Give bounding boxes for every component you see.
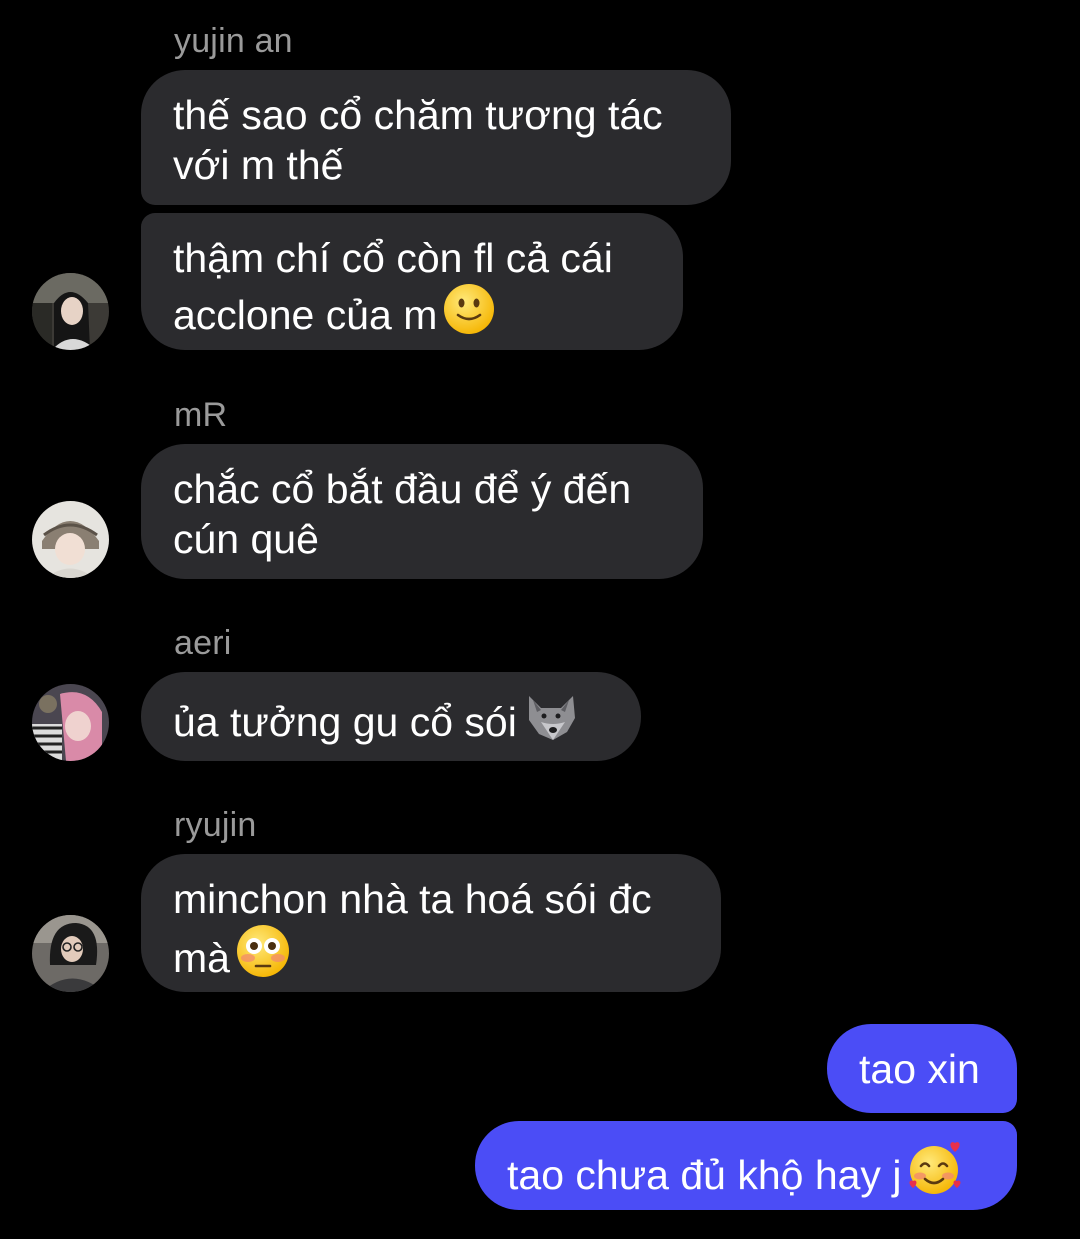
sender-name: yujin an [174, 22, 293, 60]
avatar[interactable] [32, 684, 109, 761]
message-line: acclone của m [173, 292, 438, 338]
slightly-smiling-face-icon [443, 283, 495, 346]
smiling-face-with-hearts-icon [907, 1141, 965, 1206]
message-bubble-outgoing[interactable]: tao xin [827, 1024, 1017, 1113]
sender-name: mR [174, 396, 228, 434]
avatar[interactable] [32, 915, 109, 992]
wolf-face-icon [523, 692, 579, 753]
message-line: cún quê [173, 516, 319, 562]
flushed-face-icon [236, 924, 290, 989]
message-line-wrap: tao chưa đủ khộ hay j [507, 1141, 985, 1206]
avatar[interactable] [32, 501, 109, 578]
message-line: chắc cổ bắt đầu để ý đến [173, 466, 632, 512]
message-line: với m thế [173, 142, 344, 188]
message-line-wrap: ủa tưởng gu cổ sói [173, 692, 609, 753]
message-bubble[interactable]: thậm chí cổ còn fl cả cái acclone của m [141, 213, 683, 350]
sender-name: aeri [174, 624, 232, 662]
message-bubble[interactable]: thế sao cổ chăm tương tác với m thế [141, 70, 731, 205]
message-bubble[interactable]: chắc cổ bắt đầu để ý đến cún quê [141, 444, 703, 579]
message-line: ủa tưởng gu cổ sói [173, 699, 517, 745]
message-bubble[interactable]: ủa tưởng gu cổ sói [141, 672, 641, 761]
message-bubble[interactable]: minchon nhà ta hoá sói đc mà [141, 854, 721, 992]
message-line: thế sao cổ chăm tương tác [173, 92, 663, 138]
avatar[interactable] [32, 273, 109, 350]
message-line-wrap: mà [173, 924, 689, 989]
message-line: tao xin [859, 1046, 980, 1092]
message-line: tao chưa đủ khộ hay j [507, 1152, 902, 1198]
message-line-wrap: acclone của m [173, 283, 651, 346]
message-line: minchon nhà ta hoá sói đc [173, 876, 652, 922]
message-line: thậm chí cổ còn fl cả cái [173, 235, 613, 281]
message-bubble-outgoing[interactable]: tao chưa đủ khộ hay j [475, 1121, 1017, 1210]
message-line: mà [173, 935, 230, 981]
sender-name: ryujin [174, 806, 257, 844]
